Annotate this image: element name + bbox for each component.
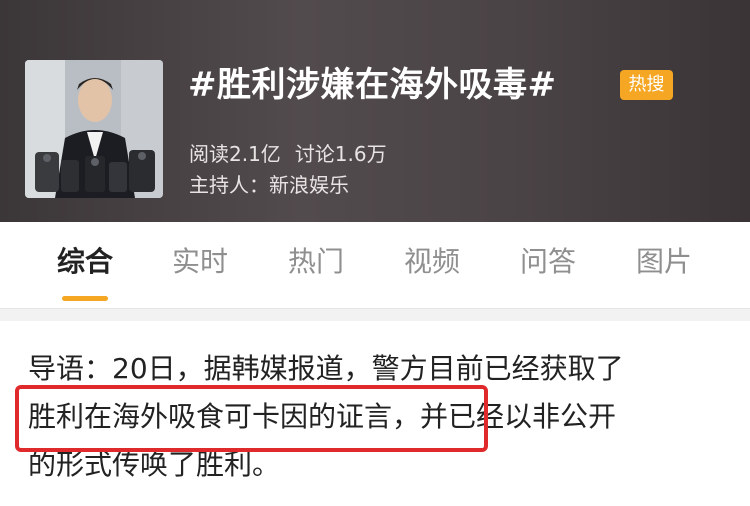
tab-qa[interactable]: 问答	[520, 242, 576, 282]
red-highlight-annotation	[15, 385, 488, 452]
discussion-count: 讨论1.6万	[294, 142, 387, 166]
hot-badge: 热搜	[620, 70, 673, 100]
topic-stats: 阅读2.1亿 讨论1.6万	[189, 140, 387, 168]
topic-header: #胜利涉嫌在海外吸毒# 热搜 阅读2.1亿 讨论1.6万 主持人：新浪娱乐	[0, 0, 750, 222]
section-divider	[0, 309, 750, 321]
cover-photo-illustration	[25, 60, 163, 198]
tab-images[interactable]: 图片	[636, 242, 692, 282]
topic-cover-image[interactable]	[25, 60, 163, 198]
tab-realtime[interactable]: 实时	[172, 242, 228, 282]
read-count: 阅读2.1亿	[189, 142, 281, 166]
tab-video[interactable]: 视频	[404, 242, 460, 282]
tab-comprehensive[interactable]: 综合	[57, 242, 113, 282]
topic-host[interactable]: 主持人：新浪娱乐	[189, 171, 349, 199]
active-tab-indicator	[62, 296, 108, 301]
tab-bar: 综合 实时 热门 视频 问答 图片	[0, 222, 750, 309]
tab-popular[interactable]: 热门	[288, 242, 344, 282]
topic-title: #胜利涉嫌在海外吸毒#	[188, 65, 557, 105]
